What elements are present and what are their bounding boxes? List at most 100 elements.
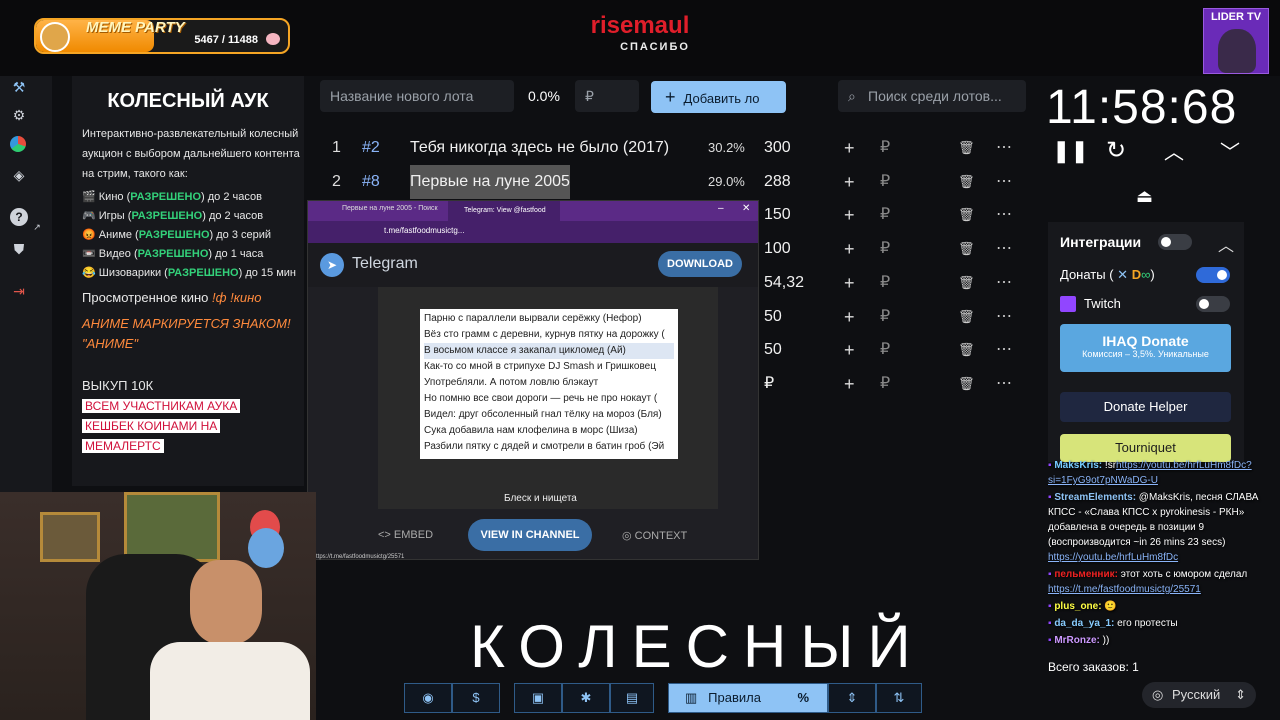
ruble-icon[interactable]: ₽ (880, 367, 890, 401)
download-button[interactable]: DOWNLOAD (658, 251, 742, 277)
more-icon[interactable]: ⋯ (996, 266, 1012, 300)
trash-icon[interactable]: 🗑 (958, 266, 975, 300)
integrations-title: Интеграции (1060, 234, 1142, 250)
lyric-line: В восьмом классе я закапал цикломед (Ай) (424, 343, 674, 359)
telegram-logo-icon: ➤ (320, 253, 344, 277)
rules-button[interactable]: ▥ Правила% (668, 683, 828, 713)
delete-all-icon[interactable]: ▤ (610, 683, 654, 713)
lyric-line: Сука добавила нам клофелина в морс (Шиза… (424, 425, 638, 436)
chevron-up-icon[interactable]: ︿ (1164, 136, 1184, 165)
ruble-icon[interactable]: ₽ (880, 165, 890, 199)
lyric-line: Разбили пятку с дядей и смотрели в батин… (424, 441, 665, 452)
meme-party-title: MEME PARTY (86, 19, 185, 36)
new-lot-input[interactable]: Название нового лота (320, 80, 514, 112)
restart-icon[interactable]: ↻ (1106, 136, 1126, 165)
align-icon[interactable]: ⇕ (828, 683, 876, 713)
trash-icon[interactable]: 🗑 (958, 131, 975, 165)
chat-message: ▪ StreamElements: @MaksKris, песня СЛАВА… (1048, 490, 1280, 565)
more-icon[interactable]: ⋯ (996, 131, 1012, 165)
help-icon[interactable]: ? (10, 208, 28, 226)
close-icon[interactable]: ✕ (742, 203, 750, 214)
lot-amount: 300 (764, 139, 791, 156)
chevron-up-icon[interactable]: ︿ (1218, 232, 1234, 256)
twitch-toggle[interactable] (1196, 296, 1230, 312)
trash-icon[interactable]: 🗑 (958, 367, 975, 401)
tab-search[interactable]: Первые на луне 2005 - Поиск (342, 205, 438, 212)
status-url: ttps://t.me/fastfoodmusictg/25571 (316, 554, 405, 560)
ruble-icon[interactable]: ₽ (880, 131, 890, 165)
more-icon[interactable]: ⋯ (996, 165, 1012, 199)
gear-icon[interactable]: ⚙ (10, 106, 28, 124)
chat-link[interactable]: https://t.me/fastfoodmusictg/25571 (1048, 584, 1201, 595)
ruble-icon[interactable]: ₽ (880, 198, 890, 232)
bug-icon[interactable]: ✱ (562, 683, 610, 713)
plus-icon[interactable]: + (844, 300, 855, 334)
ruble-icon[interactable]: ₽ (880, 266, 890, 300)
address-bar[interactable]: t.me/fastfoodmusictg... (308, 221, 758, 243)
chat-username: пельменник: (1054, 569, 1118, 580)
sort-icon[interactable]: ⇅ (876, 683, 922, 713)
shield-icon[interactable]: ⛊ (10, 240, 28, 258)
lot-title[interactable]: Первые на луне 2005 (410, 164, 570, 199)
view-in-channel-button[interactable]: VIEW IN CHANNEL (468, 519, 592, 551)
plus-icon[interactable]: + (844, 367, 855, 401)
plus-icon[interactable]: + (844, 266, 855, 300)
list-item: 🎬 Кино (РАЗРЕШЕНО) до 2 часов (82, 188, 296, 207)
amount-input[interactable]: ₽ (575, 80, 639, 112)
plus-icon[interactable]: + (844, 165, 855, 199)
chat-link[interactable]: https://youtu.be/hrfLuHm8fDc (1048, 552, 1178, 563)
trash-icon[interactable]: 🗑 (958, 300, 975, 334)
trash-icon[interactable]: 🗑 (958, 198, 975, 232)
ruble-icon[interactable]: ₽ (880, 333, 890, 367)
add-lot-button[interactable]: + Добавить ло (651, 81, 786, 113)
plus-icon[interactable]: + (844, 198, 855, 232)
ruble-icon[interactable]: ₽ (880, 232, 890, 266)
lyrics-overlay: Парню с параллели вырвали серёжку (Нефор… (420, 309, 678, 459)
collapse-icon[interactable]: ⏏ (1136, 186, 1153, 207)
donate-helper-button[interactable]: Donate Helper (1060, 392, 1231, 422)
search-placeholder: Поиск среди лотов... (868, 88, 1002, 104)
donations-toggle[interactable] (1196, 267, 1230, 283)
more-icon[interactable]: ⋯ (996, 333, 1012, 367)
add-lot-label: Добавить ло (683, 91, 760, 106)
plus-icon[interactable]: + (844, 131, 855, 165)
plus-icon[interactable]: + (844, 333, 855, 367)
logout-icon[interactable]: ⇥ (10, 282, 28, 300)
percent-value[interactable]: 0.0% (518, 80, 572, 112)
save-icon[interactable]: ▣ (514, 683, 562, 713)
tab-telegram[interactable]: Telegram: View @fastfood (448, 201, 560, 221)
dollar-icon[interactable]: $ (452, 683, 500, 713)
item-status: РАЗРЕШЕНО (167, 267, 239, 279)
language-select[interactable]: ◎ Русский ⇕ (1142, 682, 1256, 708)
trash-icon[interactable]: 🗑 (958, 333, 975, 367)
embed-button[interactable]: <> EMBED (378, 529, 433, 541)
more-icon[interactable]: ⋯ (996, 198, 1012, 232)
chat-text: )) (1099, 635, 1110, 646)
layers-icon[interactable]: ◈ (10, 166, 28, 184)
highlight-line: КЕШБЕК КОИНАМИ НА (82, 416, 221, 437)
chat-message: ▪ пельменник: этот хоть с юмором сделал … (1048, 567, 1280, 597)
search-input[interactable]: ⌕ Поиск среди лотов... (838, 80, 1026, 112)
item-limit: ) до 1 часа (208, 248, 264, 260)
streamer-name: risemaul (590, 12, 690, 39)
percent-icon: % (797, 690, 809, 705)
lot-title[interactable]: Тебя никогда здесь не было (2017) (410, 131, 669, 165)
more-icon[interactable]: ⋯ (996, 367, 1012, 401)
trash-icon[interactable]: 🗑 (958, 165, 975, 199)
plus-icon[interactable]: + (844, 232, 855, 266)
pause-icon[interactable]: ❚❚ (1052, 138, 1089, 164)
more-icon[interactable]: ⋯ (996, 232, 1012, 266)
chevron-down-icon[interactable]: ﹀ (1220, 136, 1240, 165)
hammer-icon[interactable]: ⚒ (10, 78, 28, 96)
github-icon[interactable]: ◉ (404, 683, 452, 713)
context-button[interactable]: ◎ CONTEXT (622, 529, 687, 542)
ihaq-donate-button[interactable]: IHAQ Donate Комиссия – 3,5%. Уникальные (1060, 324, 1231, 372)
more-icon[interactable]: ⋯ (996, 300, 1012, 334)
pie-chart-icon[interactable] (10, 136, 26, 152)
trash-icon[interactable]: 🗑 (958, 232, 975, 266)
ruble-icon[interactable]: ₽ (880, 300, 890, 334)
minimize-icon[interactable]: – (718, 203, 724, 214)
globe-icon: ◎ (1152, 687, 1164, 702)
integrations-toggle[interactable] (1158, 234, 1192, 250)
lot-id: #2 (362, 139, 380, 156)
